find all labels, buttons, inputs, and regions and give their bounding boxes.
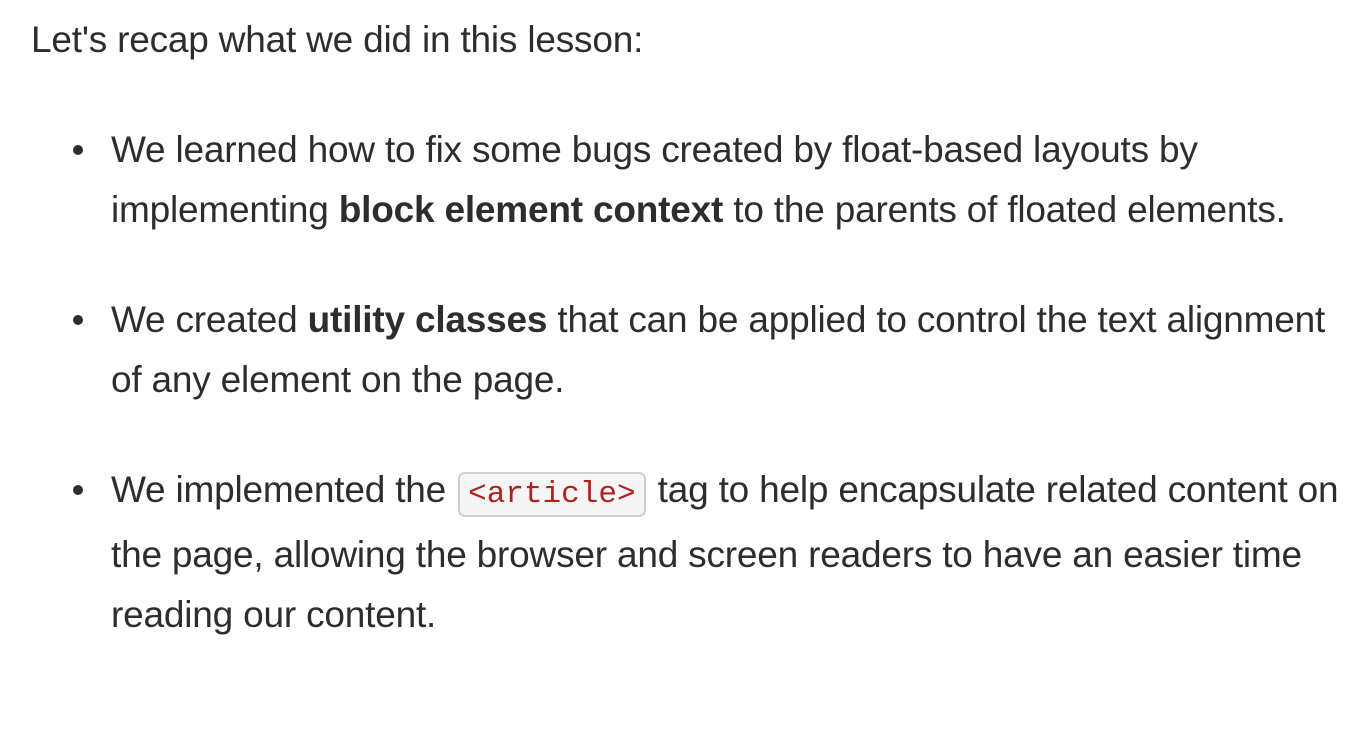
bold-term: block element context: [338, 189, 724, 230]
list-item: We learned how to fix some bugs created …: [31, 120, 1346, 240]
item-text: We implemented the: [111, 469, 457, 510]
bullet-icon: [73, 485, 83, 495]
lesson-recap: Let's recap what we did in this lesson: …: [31, 10, 1346, 645]
list-item: We implemented the <article> tag to help…: [31, 460, 1346, 645]
bullet-icon: [73, 145, 83, 155]
item-text: to the parents of floated elements.: [723, 189, 1286, 230]
list-item: We created utility classes that can be a…: [31, 290, 1346, 410]
inline-code: <article>: [458, 472, 646, 517]
bold-term: utility classes: [307, 299, 548, 340]
bullet-icon: [73, 315, 83, 325]
item-text: We created: [111, 299, 308, 340]
recap-intro: Let's recap what we did in this lesson:: [31, 19, 644, 60]
recap-list: We learned how to fix some bugs created …: [31, 120, 1346, 645]
